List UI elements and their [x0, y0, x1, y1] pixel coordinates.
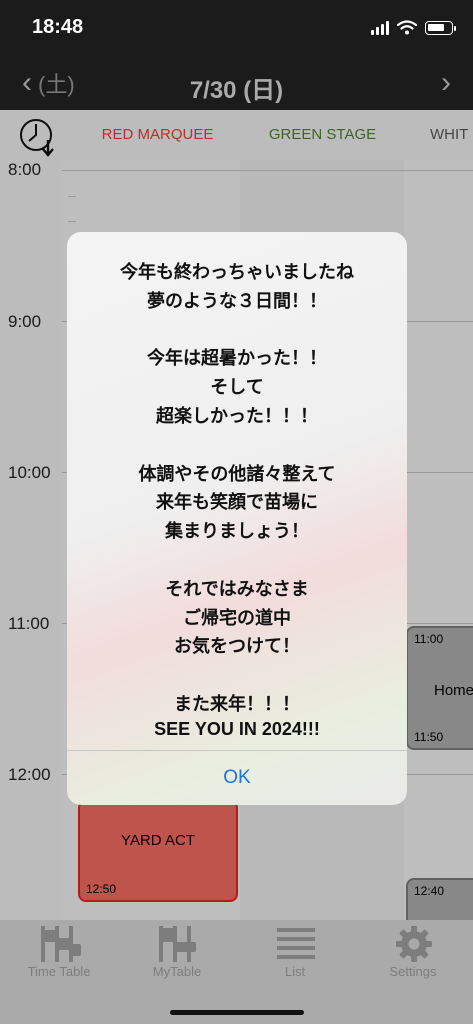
- alert-line: 超楽しかった！！！: [156, 406, 318, 426]
- battery-icon: [425, 20, 456, 35]
- status-icons: [371, 20, 456, 35]
- wifi-icon: [397, 20, 417, 35]
- alert-dialog: 今年も終わっちゃいましたね 夢のような３日間！！ 今年は超暑かった！！ そして超楽しか…: [67, 232, 407, 805]
- alert-line: そして: [210, 377, 264, 398]
- status-time: 18:48: [32, 16, 84, 38]
- alert-line: お気をつけて！: [174, 636, 300, 657]
- status-bar: 18:48: [0, 0, 473, 60]
- next-day-button[interactable]: ›: [441, 66, 451, 100]
- alert-line: また来年！！！: [174, 694, 300, 714]
- alert-line: それではみなさま: [165, 578, 309, 599]
- alert-line: SEE YOU IN 2024!!!: [154, 718, 320, 739]
- alert-line: 集まりましょう！: [165, 521, 309, 542]
- alert-line: 今年も終わっちゃいましたね: [120, 262, 354, 282]
- cellular-signal-icon: [371, 20, 389, 35]
- page-title: 7/30 (日): [189, 77, 284, 104]
- alert-line: 今年は超暑かった！！: [147, 348, 327, 369]
- alert-line: 夢のような３日間！！: [147, 290, 327, 311]
- chevron-right-icon: ›: [441, 66, 451, 99]
- alert-ok-button[interactable]: OK: [67, 751, 407, 805]
- alert-message: 今年も終わっちゃいましたね 夢のような３日間！！ 今年は超暑かった！！ そして超楽しか…: [67, 232, 407, 750]
- alert-line: 体調やその他諸々整えて: [138, 463, 336, 484]
- alert-line: ご帰宅の道中: [183, 607, 291, 628]
- alert-line: 来年も笑顔で苗場に: [156, 492, 318, 513]
- nav-bar: ‹ (土) 7/30 (日) ›: [0, 60, 473, 110]
- home-indicator: [170, 1010, 304, 1015]
